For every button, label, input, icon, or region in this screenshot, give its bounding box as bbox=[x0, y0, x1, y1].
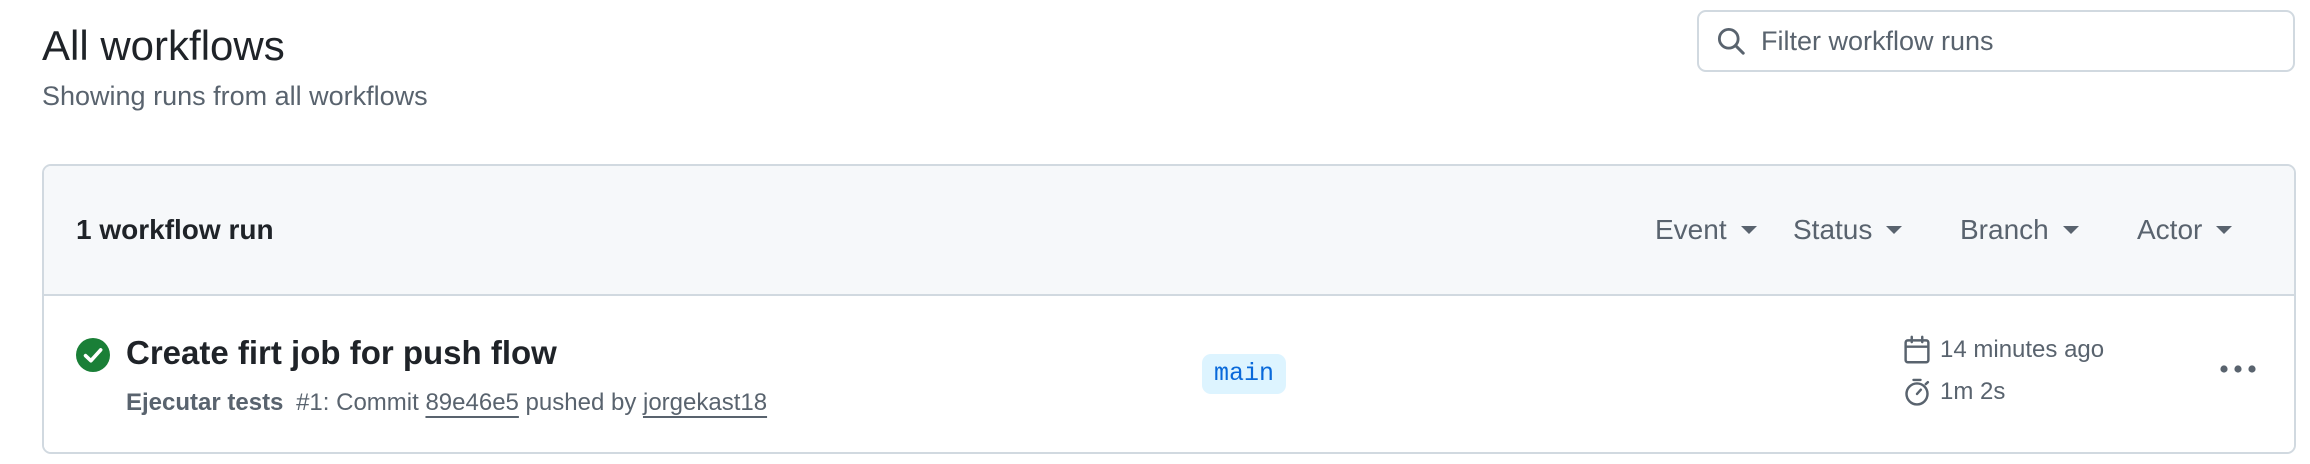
kebab-horizontal-icon bbox=[2219, 361, 2257, 379]
branch-filter-label: Branch bbox=[1960, 214, 2049, 245]
filter-search-box[interactable] bbox=[1697, 10, 2295, 72]
actor-link[interactable]: jorgekast18 bbox=[643, 389, 767, 416]
stopwatch-icon bbox=[1902, 376, 1932, 408]
pushed-by-text: pushed by bbox=[518, 389, 643, 416]
search-icon bbox=[1715, 25, 1747, 57]
filter-workflow-runs-input[interactable] bbox=[1761, 25, 2281, 57]
run-time: 14 minutes ago bbox=[1902, 334, 2104, 366]
branch-filter-button[interactable]: Branch bbox=[1960, 206, 2079, 254]
status-filter-label: Status bbox=[1793, 214, 1873, 245]
runs-header: 1 workflow run Event Status Branch Actor bbox=[44, 166, 2294, 296]
run-number: #1 bbox=[296, 389, 323, 416]
workflow-name: Ejecutar tests bbox=[126, 389, 284, 416]
status-filter-button[interactable]: Status bbox=[1793, 206, 1903, 254]
actor-filter-label: Actor bbox=[2137, 214, 2203, 245]
commit-prefix: : Commit bbox=[322, 389, 426, 416]
duration: 1m 2s bbox=[1940, 378, 2006, 405]
actor-filter-button[interactable]: Actor bbox=[2137, 206, 2233, 254]
runs-count: 1 workflow run bbox=[76, 214, 274, 245]
triangle-down-icon bbox=[1886, 226, 1903, 234]
workflow-runs-panel: 1 workflow run Event Status Branch Actor… bbox=[42, 164, 2296, 454]
commit-sha-link[interactable]: 89e46e5 bbox=[425, 389, 518, 416]
workflow-run-row[interactable]: Create firt job for push flow Ejecutar t… bbox=[44, 296, 2294, 452]
event-filter-label: Event bbox=[1655, 214, 1727, 245]
triangle-down-icon bbox=[2216, 226, 2233, 234]
triangle-down-icon bbox=[2062, 226, 2079, 234]
page-subtitle: Showing runs from all workflows bbox=[42, 81, 428, 111]
event-filter-button[interactable]: Event bbox=[1655, 206, 1757, 254]
run-title-link[interactable]: Create firt job for push flow bbox=[126, 332, 557, 374]
branch-badge[interactable]: main bbox=[1202, 354, 1287, 394]
calendar-icon bbox=[1902, 334, 1932, 366]
run-meta: Ejecutar tests #1: Commit 89e46e5 pushed… bbox=[126, 386, 767, 420]
time-ago: 14 minutes ago bbox=[1940, 336, 2105, 363]
check-circle-fill-icon bbox=[76, 338, 110, 372]
page-title: All workflows bbox=[42, 22, 285, 69]
triangle-down-icon bbox=[1740, 226, 1757, 234]
run-duration: 1m 2s bbox=[1902, 376, 2005, 408]
run-menu-button[interactable] bbox=[2214, 352, 2262, 388]
